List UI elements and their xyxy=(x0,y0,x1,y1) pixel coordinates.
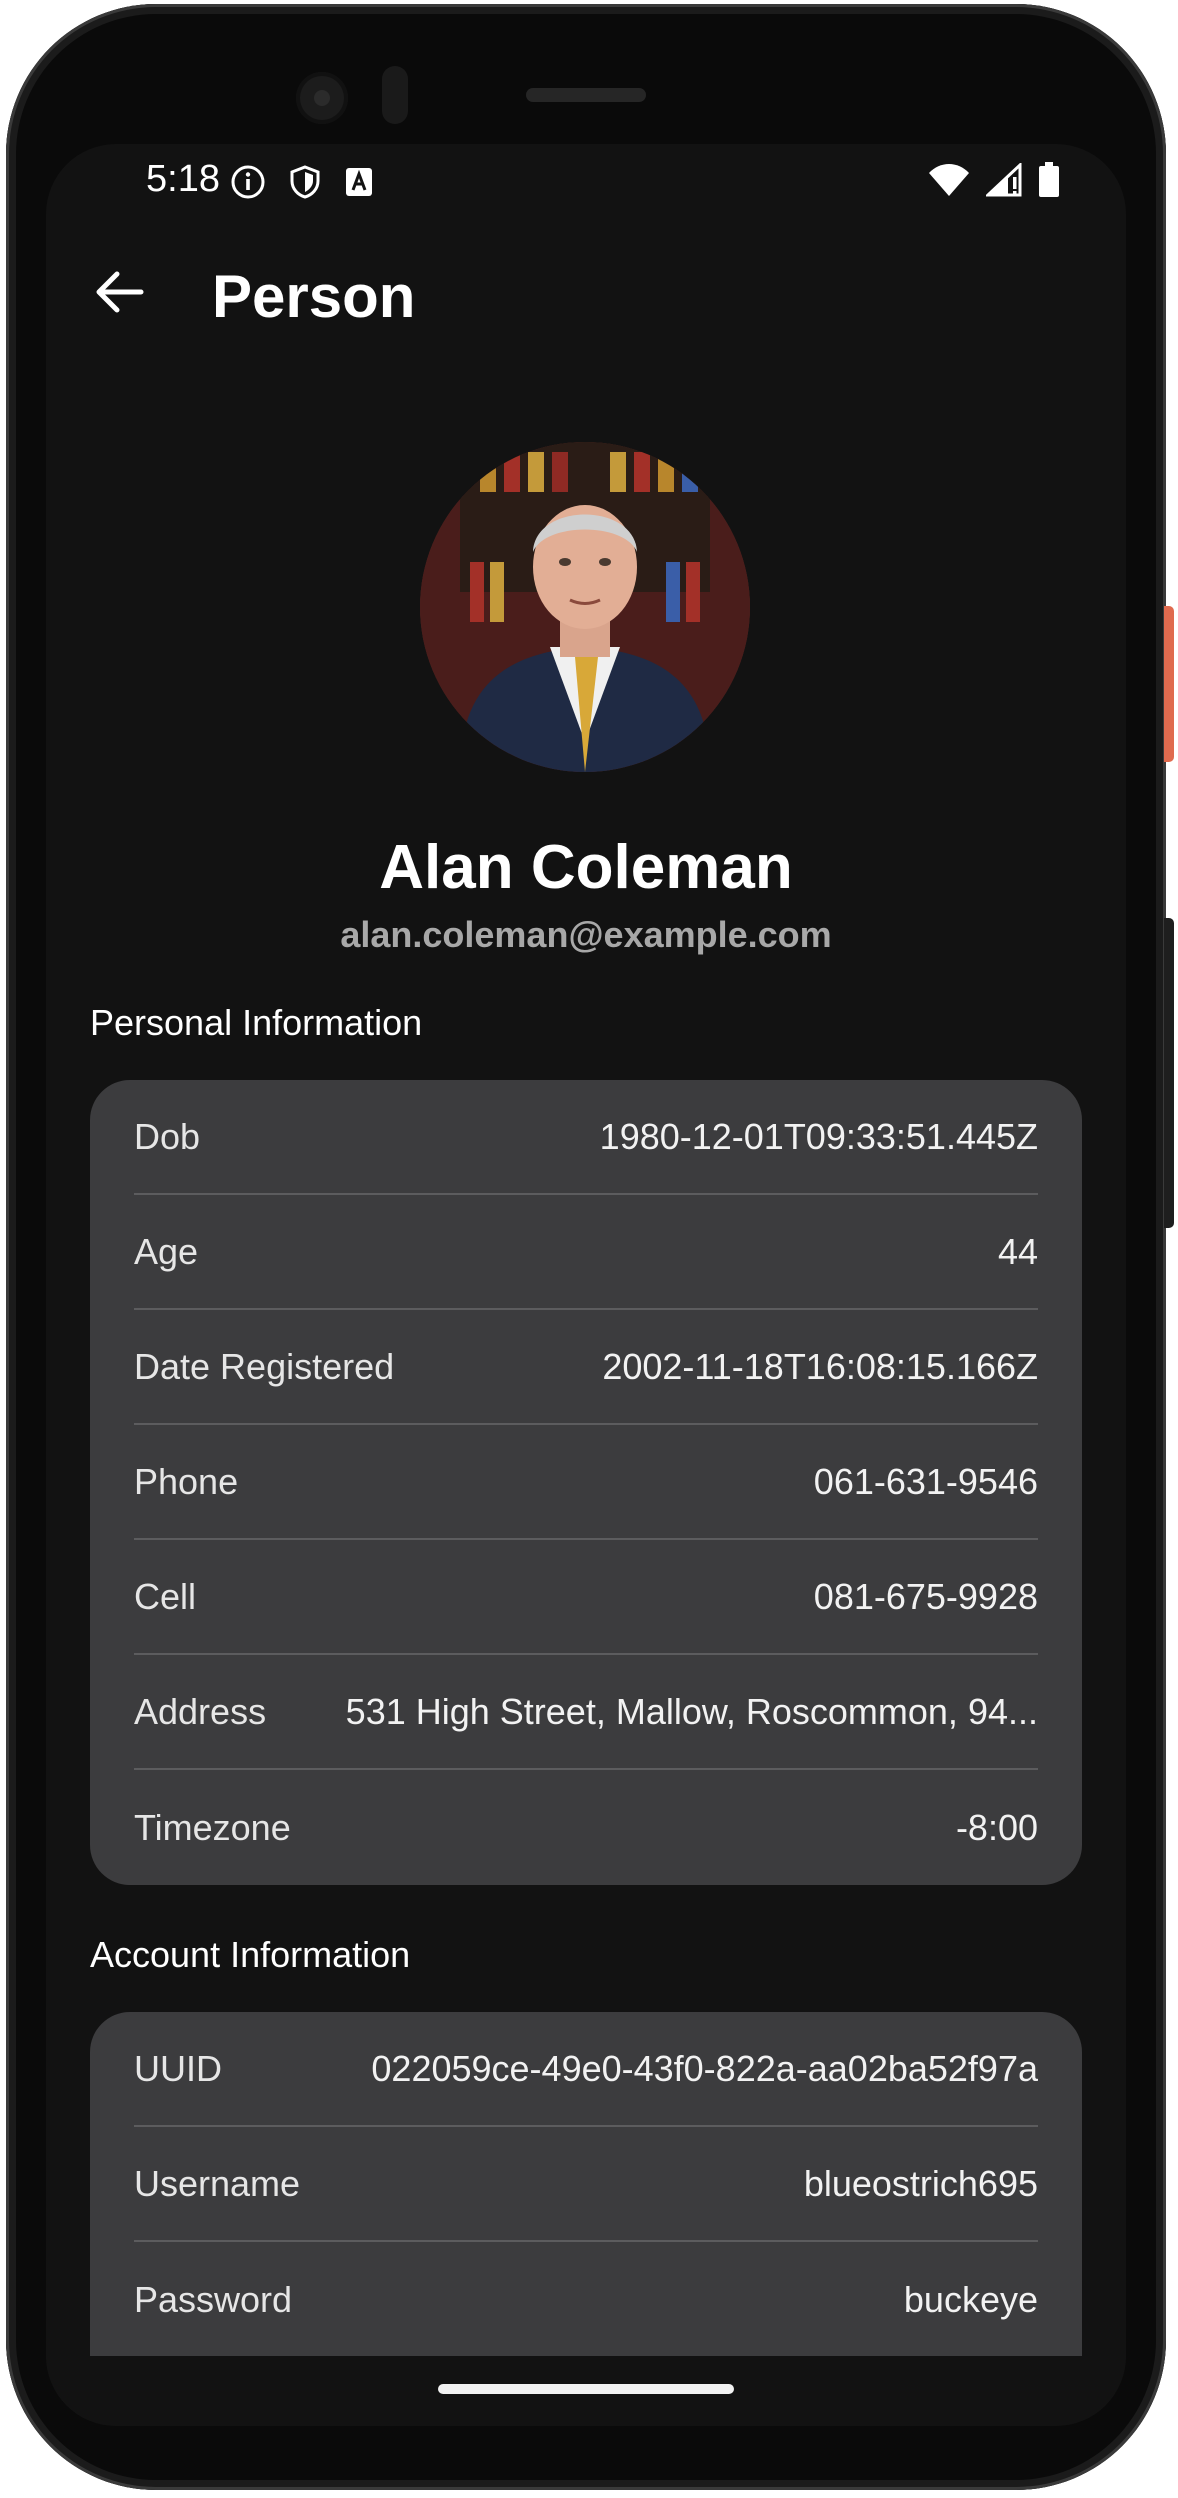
info-row-date-registered: Date Registered 2002-11-18T16:08:15.166Z xyxy=(134,1310,1038,1425)
section-title-personal: Personal Information xyxy=(90,1002,423,1043)
proximity-sensor xyxy=(382,66,408,124)
info-icon xyxy=(230,164,266,205)
wifi-icon xyxy=(928,163,970,202)
row-value: blueostrich695 xyxy=(803,2162,1038,2204)
row-label: Password xyxy=(134,2278,293,2320)
row-label: Address xyxy=(134,1690,267,1732)
info-row-uuid: UUID 022059ce-49e0-43f0-822a-aa02ba52f97… xyxy=(134,2012,1038,2127)
row-label: Dob xyxy=(134,1115,201,1157)
row-label: Phone xyxy=(134,1460,239,1502)
row-value: 081-675-9928 xyxy=(813,1575,1038,1617)
power-button xyxy=(1164,606,1174,762)
status-notification-icons xyxy=(230,164,374,205)
status-system-icons xyxy=(928,161,1060,203)
status-bar: 5:18 xyxy=(46,144,1126,218)
row-value: 44 xyxy=(997,1230,1038,1272)
shield-icon xyxy=(288,164,322,205)
app-bar: Person xyxy=(46,254,1126,334)
row-value: 2002-11-18T16:08:15.166Z xyxy=(602,1345,1038,1387)
info-row-phone: Phone 061-631-9546 xyxy=(134,1425,1038,1540)
section-title-account: Account Information xyxy=(90,1934,411,1975)
info-row-cell: Cell 081-675-9928 xyxy=(134,1540,1038,1655)
earpiece-speaker xyxy=(526,88,646,102)
app-screen: 5:18 Person Alan Coleman alan.coleman@ex… xyxy=(46,144,1126,2426)
row-label: UUID xyxy=(134,2047,222,2089)
page-title: Person xyxy=(212,263,416,330)
info-row-address: Address 531 High Street, Mallow, Roscomm… xyxy=(134,1655,1038,1770)
row-value: -8:00 xyxy=(955,1806,1038,1848)
row-value: buckeye xyxy=(903,2278,1038,2320)
row-label: Cell xyxy=(134,1575,197,1617)
home-indicator[interactable] xyxy=(438,2384,734,2394)
info-row-password: Password buckeye xyxy=(134,2242,1038,2357)
info-row-username: Username blueostrich695 xyxy=(134,2127,1038,2242)
status-time: 5:18 xyxy=(146,158,220,200)
info-row-timezone: Timezone -8:00 xyxy=(134,1770,1038,1885)
person-name: Alan Coleman xyxy=(379,833,793,902)
info-row-dob: Dob 1980-12-01T09:33:51.445Z xyxy=(134,1080,1038,1195)
row-label: Timezone xyxy=(134,1806,291,1848)
info-row-age: Age 44 xyxy=(134,1195,1038,1310)
personal-info-card: Dob 1980-12-01T09:33:51.445Z Age 44 Date… xyxy=(90,1080,1082,1885)
avatar xyxy=(420,442,750,772)
row-label: Age xyxy=(134,1230,199,1272)
person-email: alan.coleman@example.com xyxy=(340,914,832,955)
row-label: Username xyxy=(134,2162,301,2204)
row-value: 022059ce-49e0-43f0-822a-aa02ba52f97a xyxy=(371,2047,1038,2089)
back-button[interactable] xyxy=(90,264,150,324)
battery-icon xyxy=(1038,162,1060,203)
account-info-card: UUID 022059ce-49e0-43f0-822a-aa02ba52f97… xyxy=(90,2012,1082,2412)
row-value: 531 High Street, Mallow, Roscommon, 94..… xyxy=(345,1690,1038,1732)
front-camera xyxy=(296,72,348,124)
signal-icon xyxy=(984,161,1022,202)
volume-button xyxy=(1164,918,1174,1228)
a-icon xyxy=(344,166,374,203)
arrow-left-icon xyxy=(95,270,145,319)
row-value: 1980-12-01T09:33:51.445Z xyxy=(599,1115,1038,1157)
row-label: Date Registered xyxy=(134,1345,395,1387)
row-value: 061-631-9546 xyxy=(813,1460,1038,1502)
